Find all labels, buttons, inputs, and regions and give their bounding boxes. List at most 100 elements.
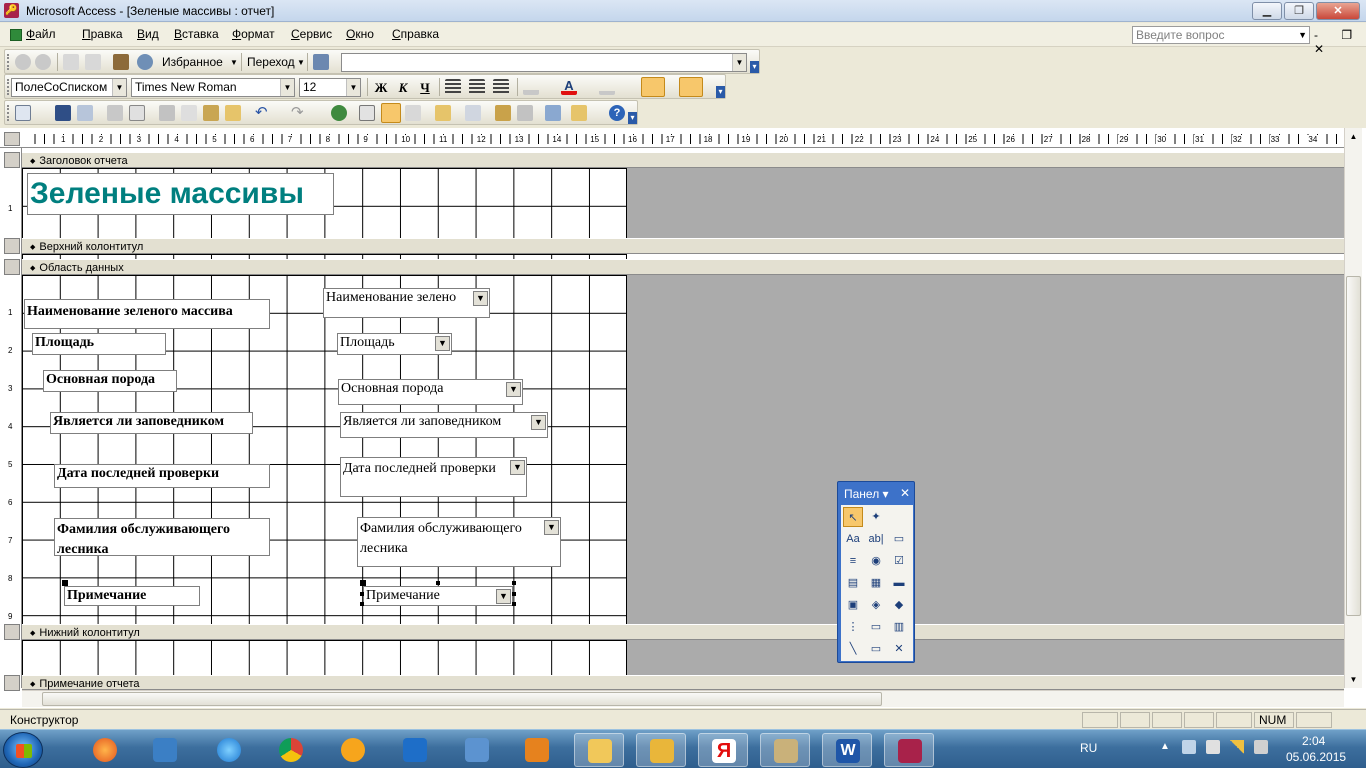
scroll-thumb[interactable] xyxy=(1346,276,1361,616)
field-species-combo[interactable]: Основная порода ▼ xyxy=(338,379,523,405)
field-name-combo[interactable]: Наименование зелено ▼ xyxy=(323,288,490,318)
database-window-icon[interactable] xyxy=(545,105,561,121)
horizontal-scrollbar[interactable] xyxy=(22,690,1344,707)
selection-handle[interactable] xyxy=(512,581,516,585)
chevron-down-icon[interactable]: ▼ xyxy=(544,520,559,535)
chevron-down-icon[interactable]: ▼ xyxy=(1298,27,1307,43)
border-style-icon[interactable] xyxy=(679,77,703,97)
selection-handle[interactable] xyxy=(62,580,68,586)
menu-window[interactable]: Окно xyxy=(346,27,374,41)
label-name[interactable]: Наименование зеленого массива xyxy=(24,299,270,329)
home-icon[interactable] xyxy=(113,54,129,70)
forward-icon[interactable] xyxy=(35,54,51,70)
section-selector[interactable] xyxy=(4,238,20,254)
font-color-icon[interactable]: A xyxy=(561,79,577,95)
unbound-object-icon[interactable]: ◈ xyxy=(866,595,886,615)
volume-icon[interactable] xyxy=(1254,740,1268,754)
combo-box-icon[interactable]: ▤ xyxy=(843,573,863,593)
toolbar-grip[interactable] xyxy=(7,105,10,121)
selection-handle[interactable] xyxy=(360,580,366,586)
clock-date[interactable]: 05.06.2015 xyxy=(1286,750,1346,764)
word-app[interactable]: W xyxy=(822,733,872,767)
network-icon[interactable] xyxy=(1182,740,1196,754)
cut-icon[interactable] xyxy=(159,105,175,121)
bold-button[interactable]: Ж xyxy=(371,79,391,96)
refresh-icon[interactable] xyxy=(85,54,101,70)
chrome-app[interactable] xyxy=(266,733,316,767)
option-group-icon[interactable]: ▭ xyxy=(889,529,909,549)
maximize-button[interactable]: ❐ xyxy=(1284,2,1314,20)
menu-file[interactable]: Файл xyxy=(26,27,56,41)
scroll-down-icon[interactable]: ▼ xyxy=(1345,671,1362,688)
search-web-icon[interactable] xyxy=(137,54,153,70)
report-title-label[interactable]: Зеленые массивы xyxy=(27,173,334,215)
view-icon[interactable] xyxy=(15,105,31,121)
mail-ru-app[interactable] xyxy=(328,733,378,767)
bound-object-icon[interactable]: ◆ xyxy=(889,595,909,615)
toggle-button-icon[interactable]: ≡ xyxy=(843,551,863,571)
access-app[interactable] xyxy=(884,733,934,767)
label-check-date[interactable]: Дата последней проверки xyxy=(54,464,270,488)
section-selector[interactable] xyxy=(4,152,20,168)
select-objects-icon[interactable]: ↖ xyxy=(843,507,863,527)
yandex-app[interactable]: Я xyxy=(698,733,748,767)
chevron-down-icon[interactable]: ▼ xyxy=(506,382,521,397)
report-header-band[interactable]: Заголовок отчета xyxy=(22,152,1344,168)
selection-handle[interactable] xyxy=(436,581,440,585)
chevron-down-icon[interactable]: ▼ xyxy=(297,58,305,67)
chevron-down-icon[interactable]: ▼ xyxy=(510,460,525,475)
chevron-down-icon[interactable]: ▼ xyxy=(435,336,450,351)
back-icon[interactable] xyxy=(15,54,31,70)
toolbar-grip[interactable] xyxy=(7,54,10,70)
image-icon[interactable]: ▣ xyxy=(843,595,863,615)
page-footer-band[interactable]: Нижний колонтитул xyxy=(22,624,1344,640)
undo-icon[interactable]: ↶ xyxy=(255,105,271,121)
detail-band[interactable]: Область данных xyxy=(22,259,1344,275)
toolbar-options-icon[interactable]: ▾ xyxy=(750,61,759,73)
check-box-icon[interactable]: ☑ xyxy=(889,551,909,571)
label-tool-icon[interactable]: Aa xyxy=(843,529,863,549)
font-name-select[interactable]: Times New Roman ▼ xyxy=(131,78,295,97)
show-hidden-icons-icon[interactable]: ▲ xyxy=(1160,741,1170,752)
tab-control-icon[interactable]: ▭ xyxy=(866,617,886,637)
scroll-up-icon[interactable]: ▲ xyxy=(1345,128,1362,145)
italic-button[interactable]: К xyxy=(393,79,413,96)
chevron-down-icon[interactable]: ▼ xyxy=(230,58,238,67)
chevron-down-icon[interactable]: ▼ xyxy=(473,291,488,306)
chevron-down-icon[interactable]: ▼ xyxy=(496,589,511,604)
build-icon[interactable] xyxy=(517,105,533,121)
toolbar-options-icon[interactable]: ▾ xyxy=(628,112,637,124)
align-center-icon[interactable] xyxy=(469,79,485,95)
menu-format[interactable]: Формат xyxy=(232,27,275,41)
label-notes[interactable]: Примечание xyxy=(64,586,200,606)
selection-handle[interactable] xyxy=(360,592,364,596)
properties-icon[interactable] xyxy=(495,105,511,121)
chevron-down-icon[interactable]: ▼ xyxy=(531,415,546,430)
field-check-date-combo[interactable]: Дата последней проверки ▼ xyxy=(340,457,527,497)
redo-icon[interactable]: ↷ xyxy=(291,105,307,121)
align-left-icon[interactable] xyxy=(445,79,461,95)
toolbox-panel[interactable]: Панел ▾ ✕ ↖ ✦ Aa ab| ▭ ≡ ◉ ☑ ▤ ▦ ▬ ▣ ◈ ◆… xyxy=(837,481,915,663)
page-footer-section[interactable] xyxy=(22,640,627,675)
search-icon[interactable] xyxy=(77,105,93,121)
toolbox-close-icon[interactable]: ✕ xyxy=(899,487,911,499)
clock-time[interactable]: 2:04 xyxy=(1302,734,1325,748)
label-area[interactable]: Площадь xyxy=(32,333,166,355)
line-tool-icon[interactable]: ╲ xyxy=(843,639,863,659)
insert-hyperlink-icon[interactable] xyxy=(331,105,347,121)
print-preview-icon[interactable] xyxy=(129,105,145,121)
menu-insert[interactable]: Вставка xyxy=(174,27,219,41)
format-painter-icon[interactable] xyxy=(225,105,241,121)
chevron-down-icon[interactable]: ▼ xyxy=(112,79,126,96)
label-species[interactable]: Основная порода xyxy=(43,370,177,392)
report-footer-band[interactable]: Примечание отчета xyxy=(22,675,1344,690)
copy-icon[interactable] xyxy=(181,105,197,121)
toolbar-grip[interactable] xyxy=(7,79,10,95)
command-button-icon[interactable]: ▬ xyxy=(889,573,909,593)
media-app[interactable] xyxy=(140,733,190,767)
ask-question-input[interactable]: Введите вопрос ▼ xyxy=(1132,26,1310,44)
page-break-icon[interactable]: ⋮ xyxy=(843,617,863,637)
underline-button[interactable]: Ч xyxy=(415,79,435,96)
textbox-tool-icon[interactable]: ab| xyxy=(866,529,886,549)
device-icon[interactable] xyxy=(1206,740,1220,754)
